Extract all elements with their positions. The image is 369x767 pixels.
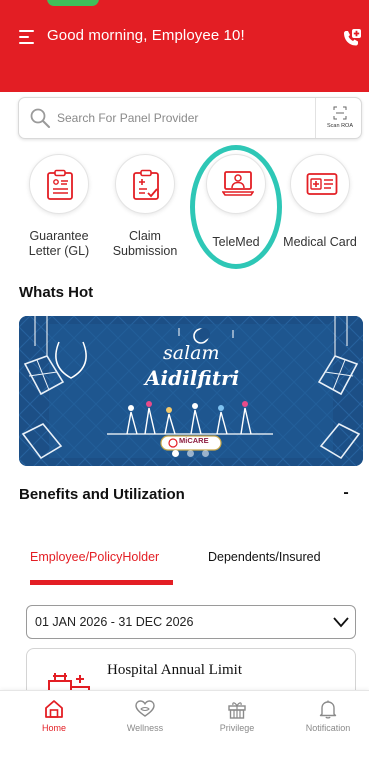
bottom-navigation: Home Wellness Privilege Notification: [0, 690, 369, 767]
scan-roa-button[interactable]: Scan ROA: [315, 98, 363, 138]
benefits-collapse-button[interactable]: -: [338, 484, 354, 504]
greeting-text: Good morning, Employee 10!: [47, 27, 245, 44]
active-tab-indicator: [30, 580, 173, 585]
nav-home[interactable]: Home: [19, 699, 89, 745]
period-value: 01 JAN 2026 - 31 DEC 2026: [35, 615, 194, 629]
nav-wellness[interactable]: Wellness: [110, 699, 180, 745]
whats-hot-title: Whats Hot: [19, 284, 94, 301]
search-icon: [30, 108, 50, 128]
medical-card-button[interactable]: Medical Card: [278, 154, 362, 264]
status-bar-indicator: [47, 0, 99, 6]
phone-call-icon[interactable]: [340, 27, 362, 49]
home-icon: [45, 700, 63, 718]
nav-wellness-label: Wellness: [126, 723, 164, 733]
banner-dot-1[interactable]: [172, 450, 179, 457]
search-card: Scan ROA: [18, 97, 362, 139]
banner-dot-3[interactable]: [202, 450, 209, 457]
hospital-limit-title: Hospital Annual Limit: [107, 662, 242, 678]
search-input[interactable]: [57, 108, 307, 128]
nav-privilege[interactable]: Privilege: [202, 699, 272, 745]
nav-notification[interactable]: Notification: [293, 699, 363, 745]
nav-home-label: Home: [41, 723, 66, 733]
telemed-doctor-icon: [206, 154, 266, 214]
tab-dependents-insured[interactable]: Dependents/Insured: [208, 550, 321, 564]
tab-employee-policyholder[interactable]: Employee/PolicyHolder: [30, 550, 159, 564]
wellness-heart-icon: [135, 700, 155, 717]
guarantee-letter-button[interactable]: Guarantee Letter (GL): [17, 154, 101, 264]
claim-submission-icon: [115, 154, 175, 214]
promo-banner[interactable]: salam Aidilfitri MiCARE: [19, 316, 363, 466]
banner-logo-micare: MiCARE: [179, 436, 209, 445]
medical-card-label: Medical Card: [283, 235, 357, 249]
nav-notification-label: Notification: [305, 723, 351, 733]
scan-roa-label: Scan ROA: [327, 123, 353, 129]
benefits-title: Benefits and Utilization: [19, 486, 185, 503]
bell-icon: [319, 700, 337, 719]
telemed-button[interactable]: TeleMed: [194, 154, 278, 264]
banner-text-salam: salam: [163, 342, 220, 364]
hamburger-menu-icon[interactable]: [19, 30, 34, 44]
telemed-label: TeleMed: [212, 235, 260, 249]
claim-submission-button[interactable]: Claim Submission: [103, 154, 187, 264]
scan-icon: [333, 106, 347, 120]
chevron-down-icon: [333, 617, 349, 628]
nav-privilege-label: Privilege: [219, 723, 255, 733]
guarantee-letter-icon: [29, 154, 89, 214]
guarantee-letter-label: Guarantee Letter (GL): [28, 229, 90, 258]
claim-submission-label: Claim Submission: [112, 229, 178, 258]
medical-card-icon: [290, 154, 350, 214]
banner-text-aidilfitri: Aidilfitri: [145, 366, 240, 390]
period-select[interactable]: 01 JAN 2026 - 31 DEC 2026: [26, 605, 356, 639]
banner-dot-2[interactable]: [187, 450, 194, 457]
app-header: Good morning, Employee 10!: [0, 0, 369, 92]
gift-icon: [228, 702, 246, 719]
